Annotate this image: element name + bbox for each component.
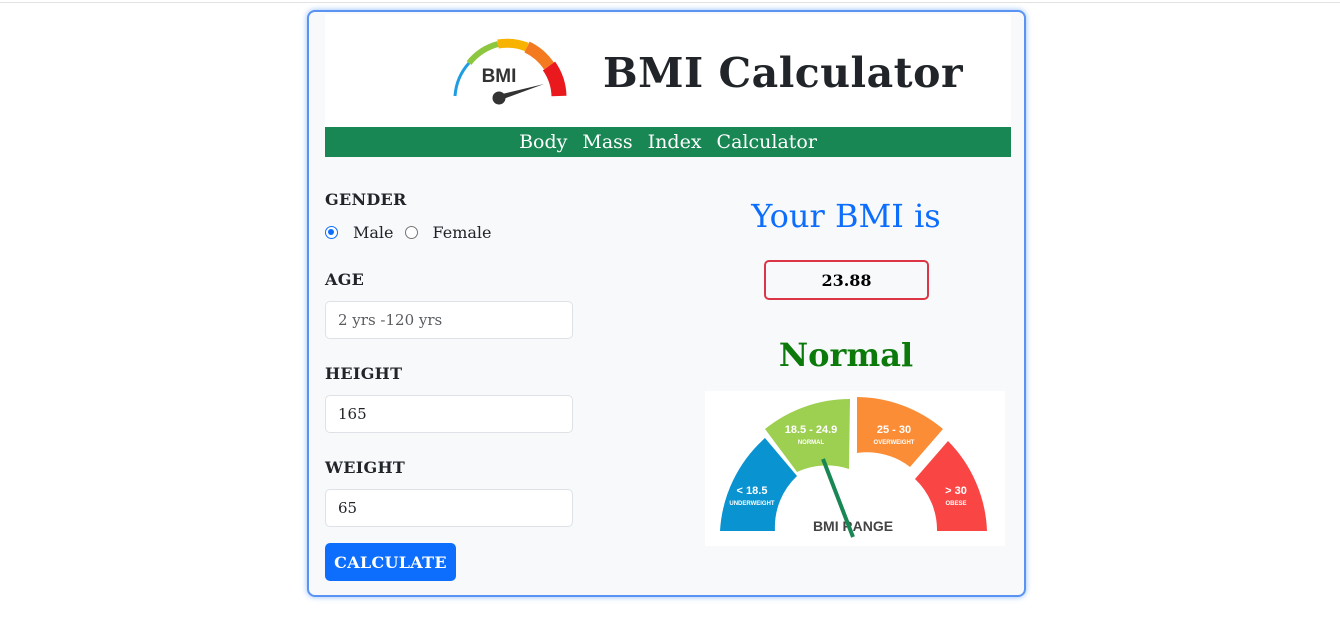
subtitle-bar: Body Mass Index Calculator <box>325 127 1011 157</box>
logo-text: BMI <box>482 66 517 87</box>
gauge-label-overweight-range: 25 - 30 <box>877 424 911 436</box>
result-heading: Your BMI is <box>751 197 941 235</box>
bmi-result-value: 23.88 <box>764 260 929 300</box>
weight-label: WEIGHT <box>325 458 406 477</box>
male-radio-label[interactable]: Male <box>353 223 394 242</box>
subtitle-word: Index <box>647 131 702 153</box>
bmi-range-gauge: < 18.5 UNDERWEIGHT 18.5 - 24.9 NORMAL 25… <box>705 391 1005 546</box>
bmi-category: Normal <box>778 336 914 374</box>
gauge-label-obese-name: OBESE <box>945 501 966 507</box>
gauge-label-obese-range: > 30 <box>945 485 967 497</box>
subtitle-word: Mass <box>582 131 633 153</box>
calculate-button[interactable]: CALCULATE <box>325 543 456 581</box>
gauge-label-normal-name: NORMAL <box>798 440 825 446</box>
weight-input[interactable] <box>325 489 573 527</box>
height-label: HEIGHT <box>325 364 403 383</box>
female-radio-label[interactable]: Female <box>433 223 492 242</box>
gauge-label-underweight-name: UNDERWEIGHT <box>729 501 775 507</box>
page-title: BMI Calculator <box>603 49 964 97</box>
gauge-label-underweight-range: < 18.5 <box>737 485 768 497</box>
female-radio[interactable] <box>404 226 418 239</box>
gauge-label-normal-range: 18.5 - 24.9 <box>785 424 838 436</box>
age-label: AGE <box>325 270 365 289</box>
gender-radio-group: Male Female <box>325 223 492 242</box>
height-input[interactable] <box>325 395 573 433</box>
male-radio[interactable] <box>325 226 338 239</box>
gauge-label-overweight-name: OVERWEIGHT <box>874 440 915 446</box>
header-banner: BMI BMI Calculator <box>325 14 1011 129</box>
bmi-gauge-logo-icon: BMI <box>453 38 567 105</box>
top-divider <box>0 2 1340 3</box>
subtitle-word: Calculator <box>716 131 817 153</box>
gender-label: GENDER <box>325 190 407 209</box>
bmi-calculator-card: BMI BMI Calculator Body Mass Index Calcu… <box>307 10 1026 597</box>
age-input[interactable] <box>325 301 573 339</box>
subtitle-word: Body <box>519 131 568 153</box>
